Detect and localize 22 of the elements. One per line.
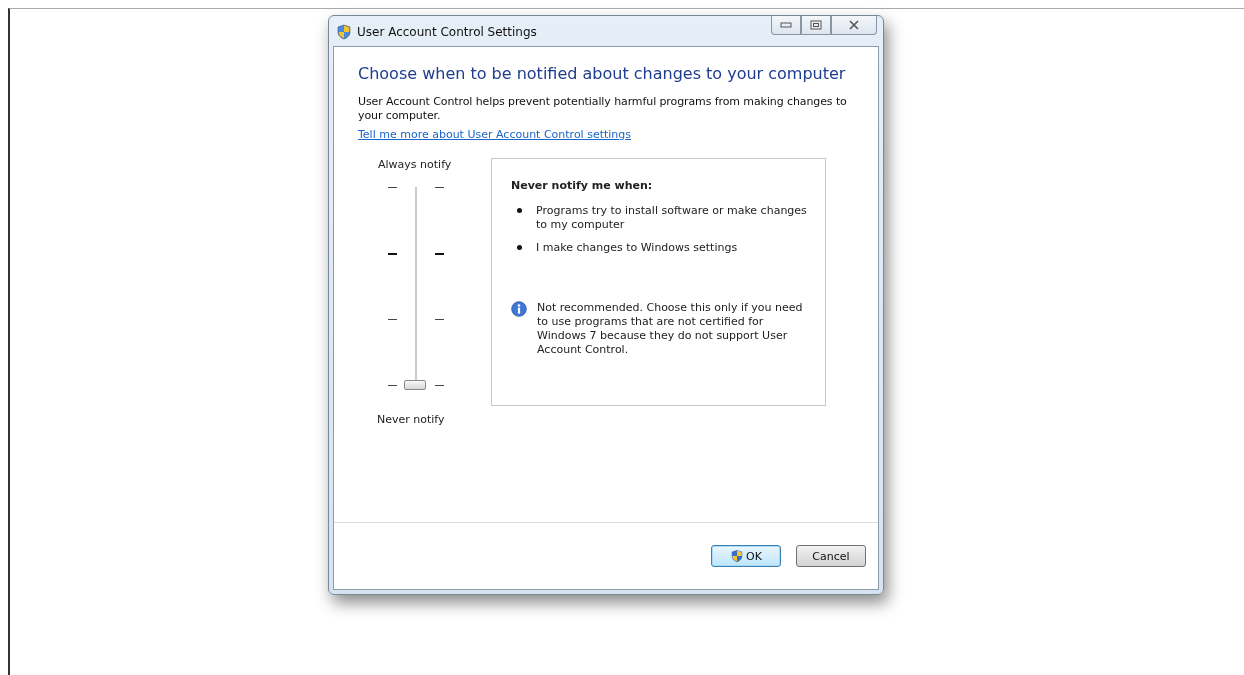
slider-bottom-label: Never notify — [377, 413, 445, 426]
info-icon — [511, 301, 527, 317]
maximize-icon — [810, 20, 822, 30]
bullet-text: Programs try to install software or make changes to my computer — [536, 204, 807, 232]
heading: Choose when to be notified about changes to your computer — [358, 64, 847, 83]
slider-top-label: Always notify — [378, 158, 452, 171]
slider-thumb[interactable] — [404, 380, 426, 390]
maximize-button[interactable] — [801, 16, 831, 35]
close-icon — [848, 20, 860, 30]
warning-note: Not recommended. Choose this only if you need to use programs that are not certified for Windows 7 because they do not support User Account Control. — [537, 301, 804, 357]
description: User Account Control helps prevent potentially harmful programs from making changes to your computer. — [358, 95, 848, 123]
shield-icon — [336, 24, 352, 40]
bullet-icon — [517, 208, 522, 213]
info-title: Never notify me when: — [511, 179, 654, 192]
minimize-icon — [780, 22, 792, 28]
ok-button[interactable]: OK — [711, 545, 781, 567]
help-link[interactable]: Tell me more about User Account Control settings — [358, 128, 632, 142]
bullet-icon — [517, 245, 522, 250]
shield-icon — [730, 549, 745, 563]
bullet-text: I make changes to Windows settings — [536, 241, 738, 255]
cancel-button[interactable]: Cancel — [796, 545, 866, 567]
window-title: User Account Control Settings — [357, 25, 537, 39]
